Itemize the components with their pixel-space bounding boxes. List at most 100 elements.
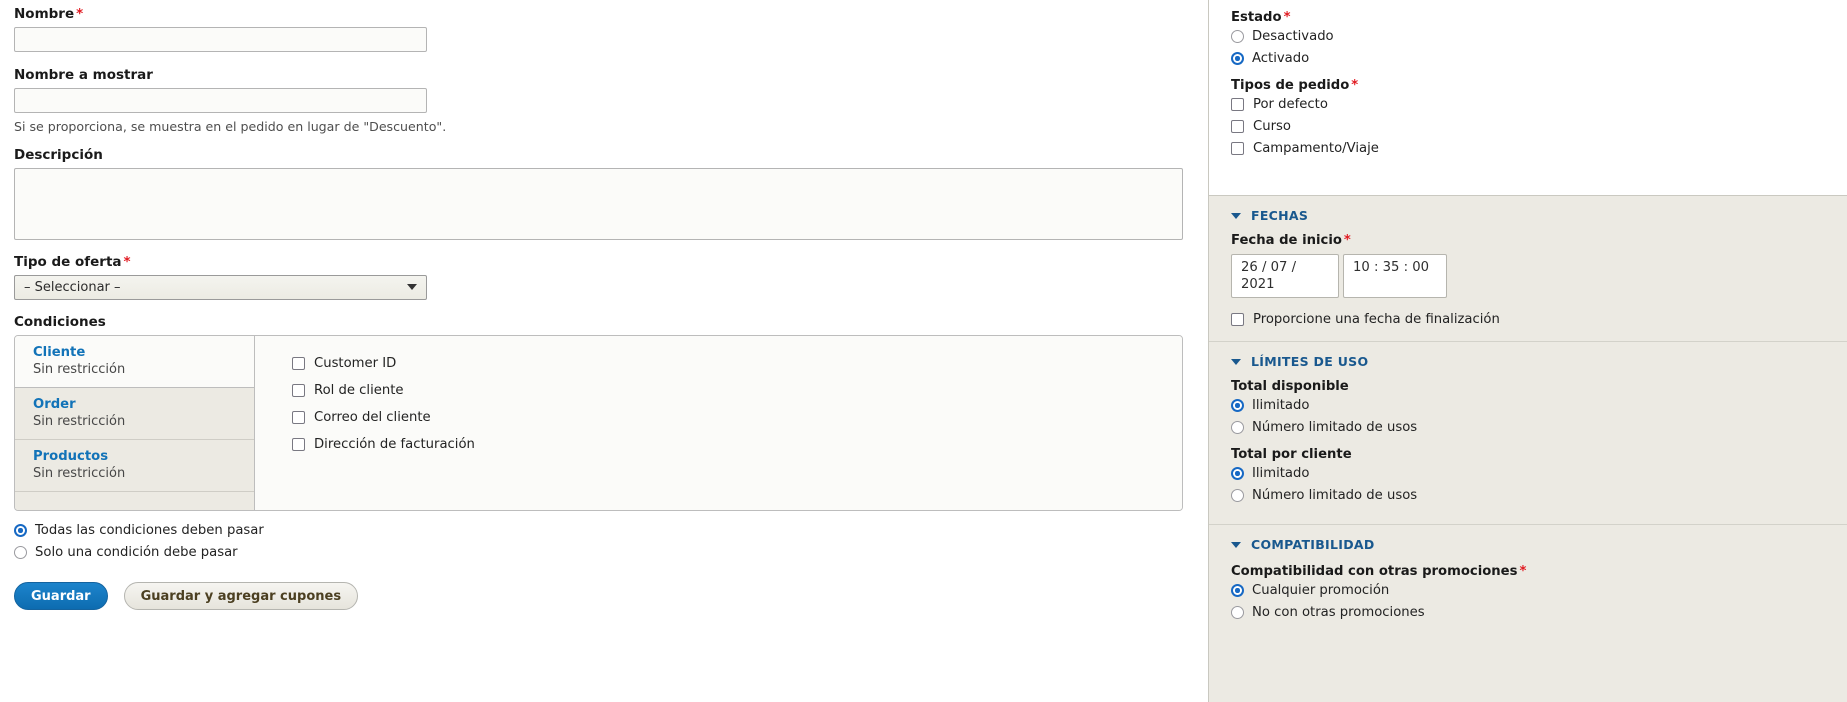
total-disponible-limitado[interactable]: Número limitado de usos [1231, 420, 1847, 435]
radio-icon [1231, 399, 1244, 412]
fecha-inicio-label-text: Fecha de inicio [1231, 233, 1342, 248]
compatibilidad-section-title: COMPATIBILIDAD [1251, 537, 1375, 552]
match-mode-group: Todas las condiciones deben pasar Solo u… [14, 523, 1194, 560]
estado-label-text: Estado [1231, 10, 1282, 25]
required-asterisk: * [76, 6, 84, 22]
conditions-tabpanel-cliente: Customer ID Rol de cliente Correo del cl… [256, 336, 1182, 510]
save-button[interactable]: Guardar [14, 582, 108, 610]
total-disponible-option-label: Número limitado de usos [1252, 420, 1418, 435]
save-and-add-coupons-button[interactable]: Guardar y agregar cupones [123, 582, 359, 610]
fecha-finalizacion-checkbox[interactable]: Proporcione una fecha de finalización [1231, 312, 1847, 327]
conditions-tablist: Cliente Sin restricción Order Sin restri… [15, 336, 255, 510]
estado-label: Estado * [1231, 10, 1847, 25]
caret-down-icon [1231, 212, 1241, 219]
descripcion-label: Descripción [14, 147, 103, 163]
radio-icon [1231, 584, 1244, 597]
condiciones-label: Condiciones [14, 314, 106, 330]
form-sidebar: Estado * Desactivado Activado Tipos de pe… [1208, 0, 1847, 702]
tipo-pedido-label: Curso [1253, 119, 1291, 134]
conditions-tab-order[interactable]: Order Sin restricción [15, 388, 254, 440]
total-por-cliente-label: Total por cliente [1231, 447, 1352, 462]
checkbox-icon [1231, 313, 1244, 326]
tipo-oferta-select[interactable]: – Seleccionar – [14, 275, 427, 300]
condition-checkbox-label: Dirección de facturación [314, 437, 475, 452]
chevron-down-icon [407, 284, 417, 290]
fecha-inicio-inputs: 26 / 07 / 2021 10 : 35 : 00 [1231, 254, 1847, 298]
condition-checkbox-direccion-de-facturacion[interactable]: Dirección de facturación [292, 437, 1182, 452]
condition-checkbox-customer-id[interactable]: Customer ID [292, 356, 1182, 371]
conditions-tab-title: Productos [33, 449, 109, 464]
condition-checkbox-label: Customer ID [314, 356, 397, 371]
sidebar-section-limites-de-uso: LÍMITES DE USO Total disponible Ilimitad… [1209, 342, 1847, 525]
radio-icon [14, 524, 27, 537]
required-asterisk: * [1351, 78, 1359, 93]
descripcion-textarea[interactable] [14, 168, 1183, 240]
tipo-pedido-curso[interactable]: Curso [1231, 119, 1847, 134]
estado-option-desactivado[interactable]: Desactivado [1231, 29, 1847, 44]
condition-checkbox-rol-de-cliente[interactable]: Rol de cliente [292, 383, 1182, 398]
checkbox-icon [1231, 120, 1244, 133]
field-descripcion: Descripción [14, 147, 1194, 240]
match-mode-any-label: Solo una condición debe pasar [35, 545, 238, 560]
conditions-panel: Cliente Sin restricción Order Sin restri… [14, 335, 1183, 511]
sidebar-section-fechas: FECHAS Fecha de inicio * 26 / 07 / 2021 1… [1209, 196, 1847, 342]
compatibilidad-cualquier-promocion[interactable]: Cualquier promoción [1231, 583, 1847, 598]
required-asterisk: * [1283, 10, 1291, 25]
radio-icon [1231, 52, 1244, 65]
conditions-tab-productos[interactable]: Productos Sin restricción [15, 440, 254, 492]
conditions-tab-subtitle: Sin restricción [33, 362, 126, 377]
tipo-pedido-label: Campamento/Viaje [1253, 141, 1379, 156]
checkbox-icon [292, 357, 305, 370]
fecha-finalizacion-label: Proporcione una fecha de finalización [1253, 312, 1500, 327]
match-mode-all-label: Todas las condiciones deben pasar [35, 523, 264, 538]
total-por-cliente-option-label: Número limitado de usos [1252, 488, 1418, 503]
conditions-tab-title: Cliente [33, 345, 86, 360]
conditions-tab-title: Order [33, 397, 76, 412]
form-actions: Guardar Guardar y agregar cupones [14, 582, 1194, 610]
checkbox-icon [292, 438, 305, 451]
checkbox-icon [292, 411, 305, 424]
checkbox-icon [292, 384, 305, 397]
conditions-tab-cliente[interactable]: Cliente Sin restricción [15, 336, 254, 388]
total-disponible-option-label: Ilimitado [1252, 398, 1310, 413]
promotion-form-page: Nombre * Nombre a mostrar Si se proporcio… [0, 0, 1847, 702]
tipo-oferta-selected-value: – Seleccionar – [14, 275, 427, 300]
tipo-pedido-campamento-viaje[interactable]: Campamento/Viaje [1231, 141, 1847, 156]
compatibilidad-label: Compatibilidad con otras promociones * [1231, 564, 1847, 579]
estado-option-label: Activado [1252, 51, 1310, 66]
fecha-inicio-label: Fecha de inicio * [1231, 233, 1847, 248]
match-mode-any[interactable]: Solo una condición debe pasar [14, 545, 1194, 560]
checkbox-icon [1231, 142, 1244, 155]
display-name-help: Si se proporciona, se muestra en el pedi… [14, 119, 447, 134]
total-disponible-ilimitado[interactable]: Ilimitado [1231, 398, 1847, 413]
required-asterisk: * [123, 254, 131, 270]
fecha-inicio-time-input[interactable]: 10 : 35 : 00 [1343, 254, 1447, 298]
total-por-cliente-ilimitado[interactable]: Ilimitado [1231, 466, 1847, 481]
field-condiciones: Condiciones Cliente Sin restricción Orde… [14, 314, 1194, 511]
limites-section-header[interactable]: LÍMITES DE USO [1231, 354, 1847, 369]
fechas-section-title: FECHAS [1251, 208, 1309, 223]
compatibilidad-section-header[interactable]: COMPATIBILIDAD [1231, 537, 1847, 552]
display-name-input[interactable] [14, 88, 427, 113]
fecha-inicio-date-input[interactable]: 26 / 07 / 2021 [1231, 254, 1339, 298]
required-asterisk: * [1343, 233, 1351, 248]
tipo-pedido-label: Por defecto [1253, 97, 1328, 112]
nombre-input[interactable] [14, 27, 427, 52]
condition-checkbox-correo-del-cliente[interactable]: Correo del cliente [292, 410, 1182, 425]
compatibilidad-option-label: No con otras promociones [1252, 605, 1425, 620]
estado-option-label: Desactivado [1252, 29, 1334, 44]
sidebar-section-compatibilidad: COMPATIBILIDAD Compatibilidad con otras … [1209, 525, 1847, 702]
conditions-tab-subtitle: Sin restricción [33, 414, 126, 429]
checkbox-icon [1231, 98, 1244, 111]
tipo-pedido-por-defecto[interactable]: Por defecto [1231, 97, 1847, 112]
compatibilidad-label-text: Compatibilidad con otras promociones [1231, 564, 1518, 579]
radio-icon [1231, 606, 1244, 619]
match-mode-all[interactable]: Todas las condiciones deben pasar [14, 523, 1194, 538]
total-por-cliente-limitado[interactable]: Número limitado de usos [1231, 488, 1847, 503]
fechas-section-header[interactable]: FECHAS [1231, 208, 1847, 223]
compatibilidad-no-con-otras[interactable]: No con otras promociones [1231, 605, 1847, 620]
radio-icon [1231, 467, 1244, 480]
estado-option-activado[interactable]: Activado [1231, 51, 1847, 66]
tipo-oferta-label: Tipo de oferta * [14, 254, 1194, 270]
radio-icon [1231, 30, 1244, 43]
